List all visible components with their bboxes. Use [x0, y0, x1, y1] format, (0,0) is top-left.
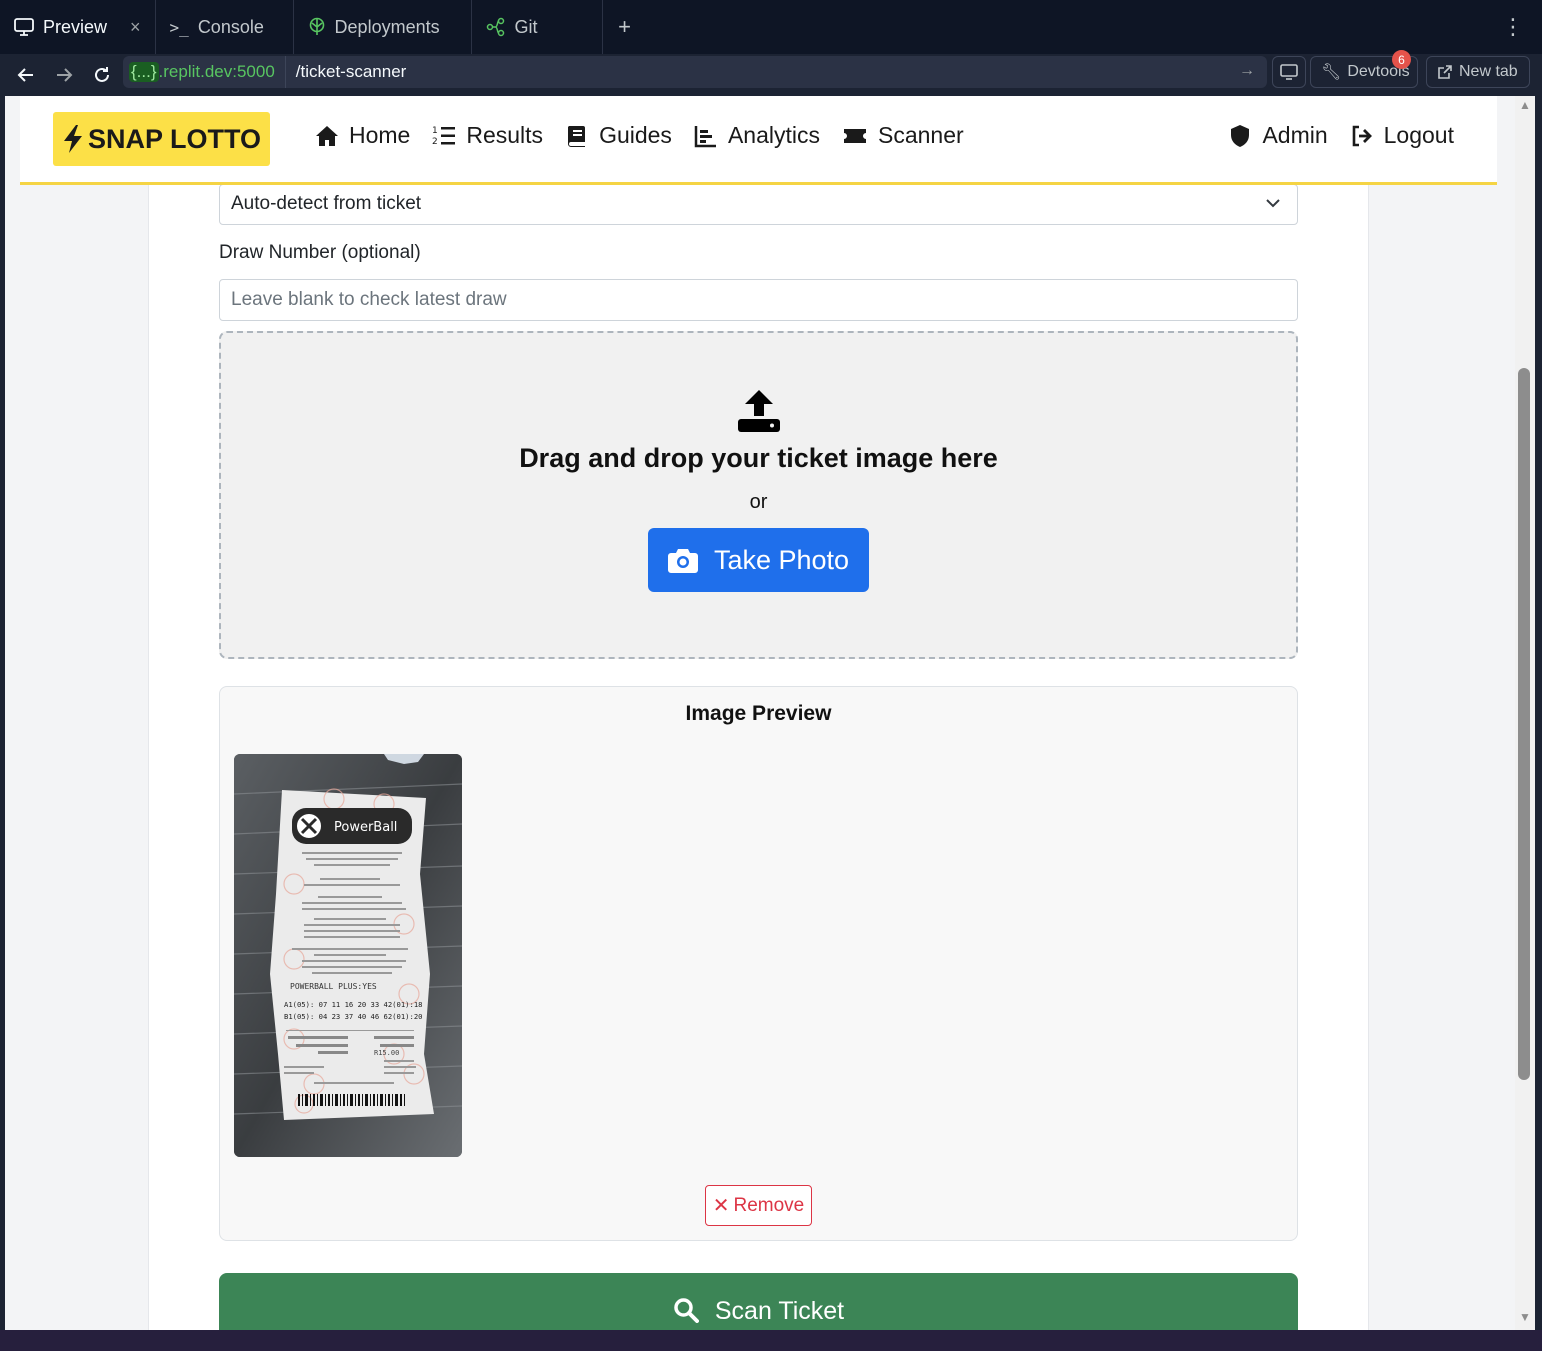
page-scrollbar[interactable]: ▲ ▼ [1515, 96, 1535, 1330]
url-brace: {...} [129, 62, 159, 82]
nav-home-label: Home [349, 122, 411, 148]
svg-text:2: 2 [432, 137, 438, 147]
ticket-line-a: A1(05): 07 11 16 20 33 42(01):18 [284, 1000, 422, 1009]
close-icon[interactable]: × [130, 17, 141, 38]
reload-icon[interactable] [83, 56, 121, 94]
ticket-plus: POWERBALL PLUS:YES [290, 982, 377, 991]
site-navbar: SNAP LOTTO Home 12 Results Guides Analyt [20, 96, 1497, 185]
dropzone-title: Drag and drop your ticket image here [519, 443, 998, 473]
workspace-tabbar: Preview × >_ Console Deployments Git + ⋮ [0, 0, 1542, 54]
url-path: /ticket-scanner [295, 62, 407, 81]
svg-text:1: 1 [432, 126, 438, 136]
ticket-image: PowerBall POWERBALL PLUS:YES A1(05): 07 … [234, 754, 462, 1157]
book-icon [568, 125, 586, 147]
nav-scanner[interactable]: Scanner [842, 122, 964, 149]
wrench-icon: 🔧︎ [1321, 64, 1342, 81]
screen-toggle-button[interactable] [1272, 56, 1306, 88]
bar-chart-icon [694, 125, 716, 147]
screen-icon [1280, 64, 1298, 80]
scroll-up-icon[interactable]: ▲ [1519, 98, 1531, 112]
camera-icon [667, 549, 698, 573]
git-icon [486, 17, 504, 37]
page: SNAP LOTTO Home 12 Results Guides Analyt [5, 96, 1515, 1330]
image-preview-panel: Image Preview PowerBall POWERBALL PLUS:Y… [219, 686, 1298, 1241]
forward-icon[interactable] [45, 56, 83, 94]
nav-analytics[interactable]: Analytics [694, 122, 820, 149]
upload-icon [738, 390, 780, 432]
remove-label: Remove [733, 1194, 805, 1216]
game-type-select[interactable]: Auto-detect from ticket [219, 184, 1298, 225]
bolt-icon [63, 125, 82, 153]
brand-label: SNAP LOTTO [87, 123, 262, 154]
ticket-dropzone[interactable]: Drag and drop your ticket image here or … [219, 331, 1298, 659]
nav-results-label: Results [466, 122, 544, 148]
nav-results[interactable]: 12 Results [432, 122, 543, 149]
ticket-total: R15.00 [374, 1049, 399, 1057]
search-icon [674, 1298, 699, 1323]
nav-scanner-label: Scanner [877, 122, 964, 148]
new-tab-plus-button[interactable]: + [603, 0, 647, 54]
more-menu-icon[interactable]: ⋮ [1502, 14, 1524, 40]
scan-ticket-button[interactable]: Scan Ticket [219, 1273, 1298, 1330]
monitor-icon [14, 18, 34, 36]
home-icon [316, 125, 338, 146]
nav-links: Home 12 Results Guides Analytics Scanner [315, 122, 964, 149]
shield-icon [1231, 124, 1250, 147]
back-icon[interactable] [7, 56, 45, 94]
tab-console[interactable]: >_ Console [156, 0, 294, 54]
ticket-line-b: B1(05): 04 23 37 40 46 62(01):20 [284, 1012, 422, 1021]
take-photo-button[interactable]: Take Photo [648, 528, 869, 592]
tab-deployments[interactable]: Deployments [294, 0, 472, 54]
nav-guides[interactable]: Guides [565, 122, 672, 149]
scroll-thumb[interactable] [1518, 368, 1530, 1080]
url-host-text: .replit.dev:5000 [158, 62, 275, 81]
scan-ticket-label: Scan Ticket [714, 1297, 845, 1325]
chevron-down-icon [1266, 199, 1280, 208]
nav-guides-label: Guides [599, 122, 672, 148]
tab-preview[interactable]: Preview × [0, 0, 156, 54]
external-link-icon [1438, 65, 1452, 79]
taskbar-strip [0, 1330, 1542, 1351]
scroll-down-icon[interactable]: ▼ [1519, 1310, 1531, 1324]
tab-preview-label: Preview [43, 16, 108, 37]
game-type-value: Auto-detect from ticket [231, 193, 422, 214]
address-bar-row: {...} .replit.dev:5000 /ticket-scanner → … [0, 50, 1542, 96]
nav-admin[interactable]: Admin [1228, 122, 1328, 149]
devtools-badge: 6 [1392, 50, 1411, 69]
draw-number-input[interactable]: Leave blank to check latest draw [219, 279, 1298, 321]
image-preview-title: Image Preview [685, 702, 832, 725]
go-arrow-icon[interactable]: → [1239, 62, 1255, 80]
devtools-button[interactable]: 🔧︎ Devtools 6 [1310, 50, 1418, 88]
x-icon: ✕ [712, 1195, 730, 1217]
nav-logout[interactable]: Logout [1350, 122, 1454, 149]
ticket-icon [843, 128, 866, 143]
url-field[interactable]: {...} .replit.dev:5000 /ticket-scanner → [123, 56, 1267, 88]
take-photo-label: Take Photo [713, 544, 850, 575]
open-new-tab-button[interactable]: New tab [1426, 56, 1530, 88]
tab-git-label: Git [514, 16, 538, 37]
tab-git[interactable]: Git [472, 0, 603, 54]
nav-home[interactable]: Home [315, 122, 410, 149]
new-tab-label: New tab [1459, 63, 1518, 80]
nav-admin-label: Admin [1262, 122, 1328, 148]
nav-right: Admin Logout [1228, 122, 1454, 149]
nav-analytics-label: Analytics [727, 122, 820, 148]
dropzone-or: or [749, 491, 768, 513]
nav-logout-label: Logout [1383, 122, 1454, 148]
page-viewport: SNAP LOTTO Home 12 Results Guides Analyt [5, 96, 1515, 1330]
numbered-list-icon: 12 [432, 126, 456, 147]
logout-icon [1352, 125, 1372, 146]
deploy-icon [309, 17, 324, 35]
url-host: {...} .replit.dev:5000 [123, 56, 286, 88]
tab-deployments-label: Deployments [334, 16, 440, 37]
brand-logo[interactable]: SNAP LOTTO [53, 112, 270, 166]
remove-image-button[interactable]: ✕ Remove [705, 1185, 812, 1226]
draw-number-label: Draw Number (optional) [219, 242, 421, 263]
terminal-icon: >_ [169, 17, 189, 37]
tab-console-label: Console [197, 16, 264, 37]
ticket-brand: PowerBall [334, 820, 397, 835]
